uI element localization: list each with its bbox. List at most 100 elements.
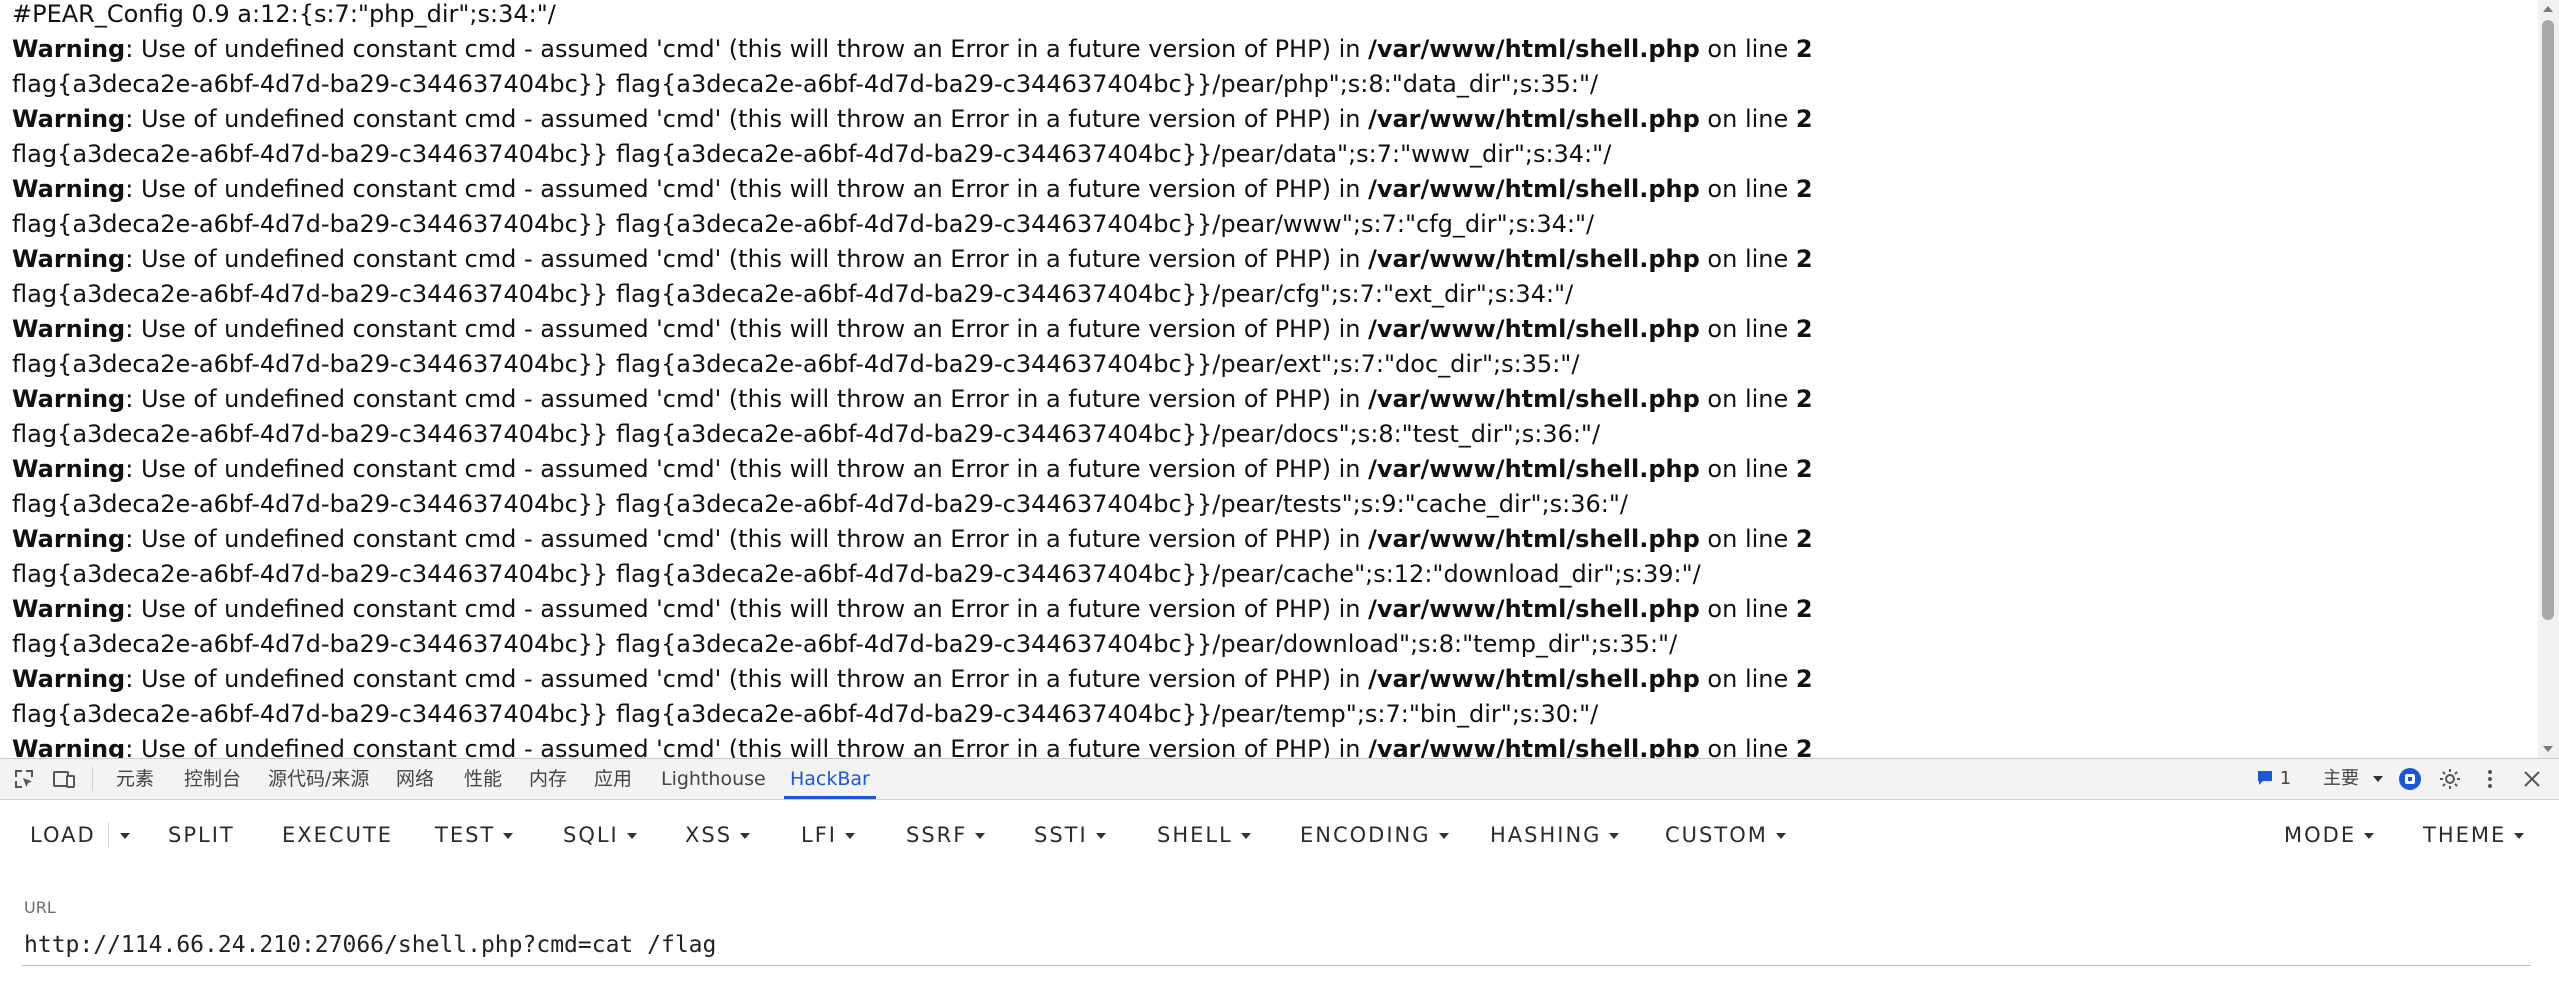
warning-label: Warning [12, 665, 126, 693]
vertical-scrollbar[interactable] [2538, 0, 2559, 758]
warning-message: : Use of undefined constant cmd - assume… [125, 245, 1369, 273]
warning-message: : Use of undefined constant cmd - assume… [125, 385, 1369, 413]
warning-line: Warning: Use of undefined constant cmd -… [12, 662, 2512, 697]
scroll-up-icon[interactable] [2543, 6, 2553, 12]
gear-icon[interactable] [2438, 767, 2462, 791]
encoding-menu-label: ENCODING [1300, 823, 1431, 847]
sqli-menu[interactable]: SQLI [563, 800, 637, 870]
load-button[interactable]: LOAD [30, 800, 96, 870]
warning-online-text: on line [1699, 525, 1796, 553]
load-options-dropdown[interactable] [112, 800, 130, 870]
xss-menu[interactable]: XSS [685, 800, 751, 870]
warning-online-text: on line [1699, 385, 1796, 413]
url-input[interactable] [22, 925, 2531, 966]
issues-count: 1 [2279, 768, 2292, 789]
execute-button-label: EXECUTE [282, 823, 394, 847]
warning-line: Warning: Use of undefined constant cmd -… [12, 242, 2512, 277]
tab-hackbar[interactable]: HackBar [784, 759, 876, 799]
warning-line-number: 2 [1795, 245, 1813, 273]
load-divider [108, 822, 109, 848]
inspect-element-icon[interactable] [12, 767, 36, 791]
chevron-down-icon [2364, 833, 2375, 839]
warning-line-number: 2 [1795, 665, 1813, 693]
tab-memory[interactable]: 内存 [523, 759, 573, 799]
output-line: flag{a3deca2e-a6bf-4d7d-ba29-c344637404b… [12, 280, 1574, 308]
tab-elements[interactable]: 元素 [110, 759, 160, 799]
warning-online-text: on line [1699, 735, 1796, 758]
ssrf-menu[interactable]: SSRF [906, 800, 986, 870]
issues-counter[interactable]: 1 [2256, 759, 2291, 799]
warning-line-number: 2 [1795, 735, 1813, 758]
warning-line-number: 2 [1795, 315, 1813, 343]
warning-file-path: /var/www/html/shell.php [1368, 245, 1700, 273]
warning-file-path: /var/www/html/shell.php [1368, 595, 1700, 623]
tab-application[interactable]: 应用 [588, 759, 638, 799]
device-toolbar-icon[interactable] [52, 767, 76, 791]
lfi-menu[interactable]: LFI [801, 800, 855, 870]
warning-label: Warning [12, 735, 126, 758]
warning-file-path: /var/www/html/shell.php [1368, 735, 1700, 758]
output-line: flag{a3deca2e-a6bf-4d7d-ba29-c344637404b… [12, 700, 1599, 728]
warning-file-path: /var/www/html/shell.php [1368, 105, 1700, 133]
tab-sources[interactable]: 源代码/来源 [262, 759, 375, 799]
hashing-menu-label: HASHING [1490, 823, 1602, 847]
warning-line: Warning: Use of undefined constant cmd -… [12, 382, 2512, 417]
chevron-down-icon [1609, 833, 1620, 839]
sqli-menu-label: SQLI [563, 823, 619, 847]
shell-menu[interactable]: SHELL [1157, 800, 1251, 870]
test-menu-label: TEST [435, 823, 496, 847]
warning-file-path: /var/www/html/shell.php [1368, 525, 1700, 553]
shell-menu-label: SHELL [1157, 823, 1233, 847]
execute-button[interactable]: EXECUTE [282, 800, 393, 870]
output-line: flag{a3deca2e-a6bf-4d7d-ba29-c344637404b… [12, 210, 1595, 238]
split-button[interactable]: SPLIT [168, 800, 235, 870]
chevron-down-icon [1438, 833, 1449, 839]
ssrf-menu-label: SSRF [906, 823, 968, 847]
output-line: flag{a3deca2e-a6bf-4d7d-ba29-c344637404b… [12, 70, 1599, 98]
tab-console[interactable]: 控制台 [178, 759, 247, 799]
mode-menu[interactable]: MODE [2284, 800, 2375, 870]
chevron-down-icon [503, 833, 514, 839]
warning-message: : Use of undefined constant cmd - assume… [125, 665, 1369, 693]
warning-message: : Use of undefined constant cmd - assume… [125, 35, 1369, 63]
output-line: flag{a3deca2e-a6bf-4d7d-ba29-c344637404b… [12, 140, 1612, 168]
tabbar-divider [92, 767, 93, 791]
chevron-down-icon [1240, 833, 1251, 839]
ssti-menu[interactable]: SSTI [1034, 800, 1106, 870]
tab-performance[interactable]: 性能 [458, 759, 508, 799]
output-line: #PEAR_Config 0.9 a:12:{s:7:"php_dir";s:3… [12, 0, 556, 28]
hashing-menu[interactable]: HASHING [1490, 800, 1620, 870]
custom-menu[interactable]: CUSTOM [1665, 800, 1786, 870]
warning-online-text: on line [1699, 105, 1796, 133]
load-button-label: LOAD [30, 823, 96, 847]
warning-line: Warning: Use of undefined constant cmd -… [12, 172, 2512, 207]
close-icon[interactable] [2520, 767, 2544, 791]
tab-network[interactable]: 网络 [390, 759, 440, 799]
devtools-panel: 元素 控制台 源代码/来源 网络 性能 内存 应用 Lighthouse HackBar 1 主… [0, 758, 2559, 981]
chevron-down-icon [975, 833, 986, 839]
warning-line: Warning: Use of undefined constant cmd -… [12, 522, 2512, 557]
warning-line-number: 2 [1795, 35, 1813, 63]
chevron-down-icon [120, 833, 130, 839]
warning-line: Warning: Use of undefined constant cmd -… [12, 452, 2512, 487]
scrollbar-thumb[interactable] [2542, 20, 2554, 620]
warning-label: Warning [12, 525, 126, 553]
theme-menu-label: THEME [2423, 823, 2507, 847]
warning-label: Warning [12, 245, 126, 273]
theme-menu[interactable]: THEME [2423, 800, 2525, 870]
test-menu[interactable]: TEST [435, 800, 514, 870]
extension-shield-icon[interactable] [2398, 767, 2422, 791]
warning-message: : Use of undefined constant cmd - assume… [125, 105, 1369, 133]
chevron-down-icon [2514, 833, 2525, 839]
encoding-menu[interactable]: ENCODING [1300, 800, 1449, 870]
chevron-down-icon [1775, 833, 1786, 839]
theme-selector[interactable]: 主要 [2323, 759, 2383, 799]
tab-lighthouse[interactable]: Lighthouse [655, 759, 772, 799]
warning-line-number: 2 [1795, 385, 1813, 413]
xss-menu-label: XSS [685, 823, 733, 847]
scroll-down-icon[interactable] [2543, 746, 2553, 752]
warning-online-text: on line [1699, 35, 1796, 63]
warning-file-path: /var/www/html/shell.php [1368, 665, 1700, 693]
page-viewport: #PEAR_Config 0.9 a:12:{s:7:"php_dir";s:3… [0, 0, 2538, 758]
more-vertical-icon[interactable] [2478, 767, 2502, 791]
